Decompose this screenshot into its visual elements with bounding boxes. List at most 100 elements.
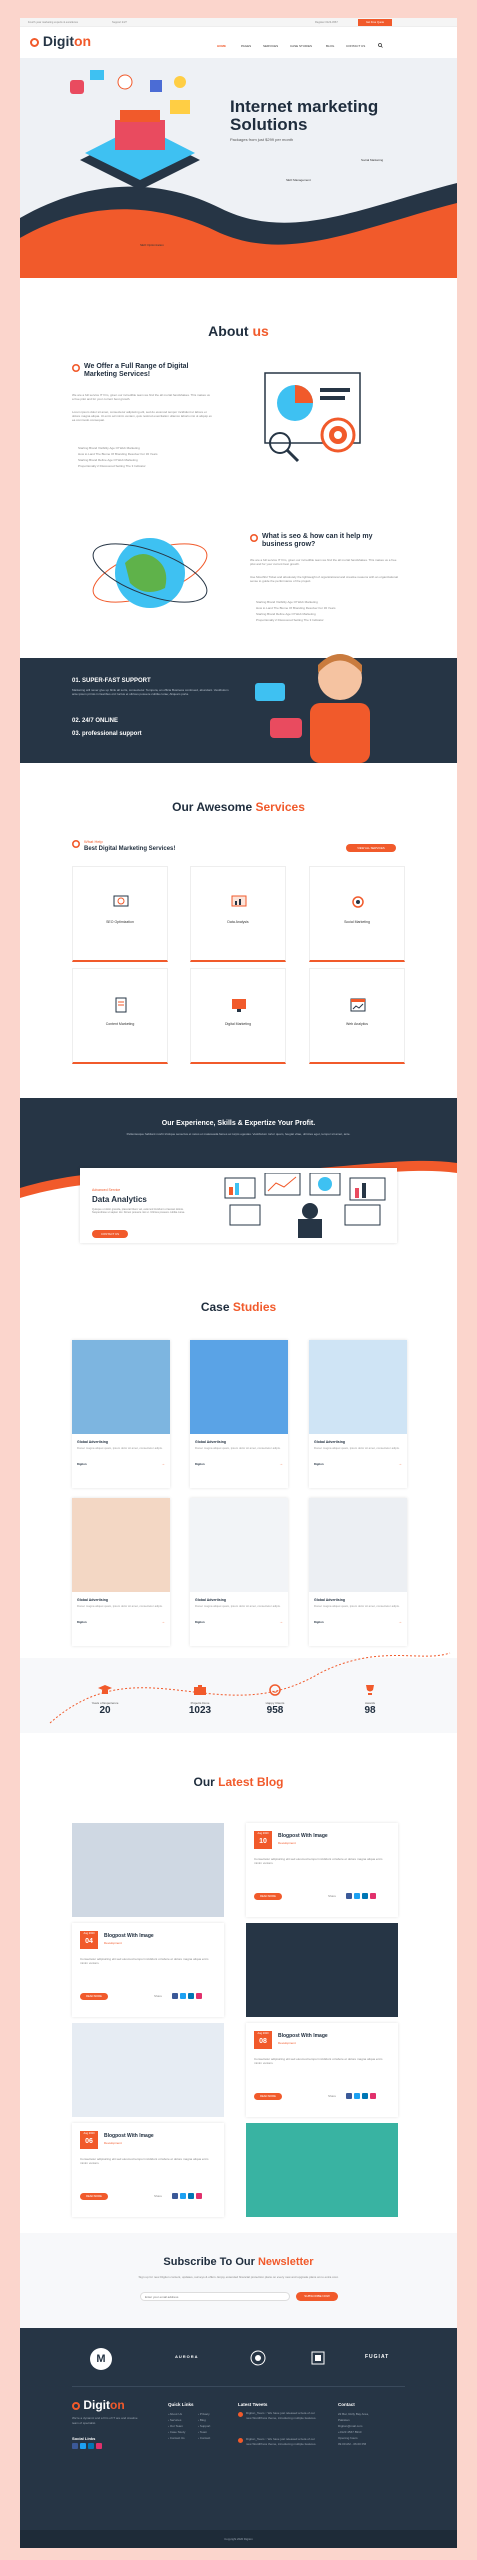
case-study-card[interactable]: Global Advertising Donec magna aliquet qu… (190, 1498, 288, 1646)
blog-image[interactable] (246, 2123, 398, 2217)
footer-link[interactable]: › Blog (198, 2418, 206, 2423)
case-study-card[interactable]: Global Advertising Donec magna aliquet qu… (190, 1340, 288, 1488)
footer-contact-line: Digiton@mail.com (338, 2424, 363, 2428)
instagram-icon[interactable] (96, 2443, 102, 2449)
service-card-seo[interactable]: SEO Optimization (72, 866, 168, 962)
linkedin-icon[interactable] (188, 1993, 194, 1999)
pinterest-icon[interactable] (370, 1893, 376, 1899)
arrow-right-icon[interactable]: → (279, 1461, 283, 1466)
nav-home[interactable]: HOME (217, 44, 226, 48)
twitter-icon[interactable] (80, 2443, 86, 2449)
twitter-icon[interactable] (180, 1993, 186, 1999)
cases-heading: Case Studies (20, 1300, 457, 1314)
service-card-social-marketing[interactable]: Social Marketing (309, 866, 405, 962)
case-study-image (72, 1340, 170, 1434)
case-study-image (190, 1498, 288, 1592)
read-more-button[interactable]: READ MORE (80, 2193, 108, 2200)
read-more-button[interactable]: READ MORE (80, 1993, 108, 2000)
arrow-right-icon[interactable]: → (398, 1619, 402, 1624)
read-more-button[interactable]: READ MORE (254, 2093, 282, 2100)
hero-phone-illustration (70, 70, 200, 190)
search-icon[interactable] (378, 43, 383, 48)
about-block2-text2: Use Mouthful Ticket and absolutely the l… (250, 575, 398, 583)
social-marketing-icon (352, 896, 364, 908)
newsletter-email-input[interactable] (140, 2292, 290, 2301)
footer-contact-line: Pakistan (338, 2418, 350, 2422)
partner-logo-1: M (90, 2348, 112, 2370)
case-study-card[interactable]: Global Advertising Donec magna aliquet qu… (309, 1340, 407, 1488)
subscribe-button[interactable]: SUBSCRIBE NOW (296, 2292, 338, 2301)
nav-blog[interactable]: BLOG (326, 44, 334, 48)
read-more-button[interactable]: READ MORE (254, 1893, 282, 1900)
nav-case-studies[interactable]: CASE STUDIES (290, 44, 312, 48)
twitter-icon[interactable] (354, 2093, 360, 2099)
footer-logo-text-a: Digit (83, 2398, 111, 2412)
service-label: SEO Optimization (106, 920, 134, 924)
pinterest-icon[interactable] (196, 1993, 202, 1999)
arrow-right-icon[interactable]: → (161, 1619, 165, 1624)
linkedin-icon[interactable] (88, 2443, 94, 2449)
blog-image[interactable] (246, 1923, 398, 2017)
linkedin-icon[interactable] (362, 2093, 368, 2099)
nav-pages[interactable]: PAGES (241, 44, 251, 48)
about-block2-list-3: Starting Brand Refine Age Of Web Marketi… (256, 612, 316, 616)
nav-services[interactable]: SERVICES (263, 44, 278, 48)
case-study-text: Donec magna aliquet quam, ipsum dolor si… (77, 1604, 163, 1608)
arrow-right-icon[interactable]: → (398, 1461, 402, 1466)
service-card-web-analytics[interactable]: Web Analytics (309, 968, 405, 1064)
newsletter-heading: Subscribe To Our Newsletter (20, 2256, 457, 2268)
pinterest-icon[interactable] (196, 2193, 202, 2199)
footer-link[interactable]: › Services (168, 2418, 181, 2423)
linkedin-icon[interactable] (362, 1893, 368, 1899)
footer-about: We're a dynamic and a firm of IT are and… (72, 2416, 138, 2425)
service-label: Social Marketing (344, 920, 370, 924)
blog-post-title[interactable]: Blogpost With Image (278, 2033, 328, 2039)
blog-post-title[interactable]: Blogpost With Image (278, 1833, 328, 1839)
footer-link[interactable]: › Case Study (168, 2430, 185, 2435)
pinterest-icon[interactable] (370, 2093, 376, 2099)
linkedin-icon[interactable] (188, 2193, 194, 2199)
arrow-right-icon[interactable]: → (279, 1619, 283, 1624)
case-study-card[interactable]: Global Advertising Donec magna aliquet qu… (309, 1498, 407, 1646)
service-card-content-marketing[interactable]: Content Marketing (72, 968, 168, 1064)
blog-share-label: Share (154, 1994, 163, 1998)
facebook-icon[interactable] (72, 2443, 78, 2449)
blog-post-title[interactable]: Blogpost With Image (104, 1933, 154, 1939)
graduation-cap-icon (98, 1685, 112, 1694)
facebook-icon[interactable] (172, 1993, 178, 1999)
blog-date-day: 08 (259, 2038, 267, 2045)
arrow-right-icon[interactable]: → (161, 1461, 165, 1466)
twitter-icon[interactable] (354, 1893, 360, 1899)
view-all-services-button[interactable]: VIEW ALL SERVICES (346, 844, 396, 852)
partner-logo-4-icon (311, 2351, 325, 2365)
footer-link[interactable]: › Privacy (198, 2412, 210, 2417)
blog-post-card: Aug 2020 10 Blogpost With Image Development… (246, 1823, 398, 1917)
digital-marketing-icon (232, 999, 246, 1012)
free-quote-button[interactable]: Get Free Quote (358, 19, 392, 26)
facebook-icon[interactable] (172, 2193, 178, 2199)
blog-image[interactable] (72, 2023, 224, 2117)
nav-contact[interactable]: CONTACT US (346, 44, 365, 48)
twitter-icon[interactable] (180, 2193, 186, 2199)
blog-image[interactable] (72, 1823, 224, 1917)
logo[interactable]: Digiton (30, 33, 91, 49)
content-marketing-icon (115, 997, 127, 1013)
case-study-text: Donec magna aliquet quam, ipsum dolor si… (314, 1604, 400, 1608)
service-card-data-analysis[interactable]: Data Analysis (190, 866, 286, 962)
footer-link[interactable]: › Team (198, 2430, 207, 2435)
contact-us-button[interactable]: CONTACT US (92, 1230, 128, 1238)
blog-post-title[interactable]: Blogpost With Image (104, 2133, 154, 2139)
footer-logo[interactable]: Digiton (72, 2398, 125, 2412)
service-card-digital-marketing[interactable]: Digital Marketing (190, 968, 286, 1064)
facebook-icon[interactable] (346, 1893, 352, 1899)
facebook-icon[interactable] (346, 2093, 352, 2099)
case-study-title: Global Advertising (77, 1440, 108, 1444)
footer-link[interactable]: › Support (198, 2424, 210, 2429)
case-study-title: Global Advertising (195, 1440, 226, 1444)
footer-link[interactable]: › Contact (198, 2436, 210, 2441)
case-study-card[interactable]: Global Advertising Donec magna aliquet qu… (72, 1340, 170, 1488)
footer-link[interactable]: › Our Team (168, 2424, 183, 2429)
footer-link[interactable]: › Contact Us (168, 2436, 185, 2441)
footer-link[interactable]: › About Us (168, 2412, 182, 2417)
case-study-card[interactable]: Global Advertising Donec magna aliquet qu… (72, 1498, 170, 1646)
